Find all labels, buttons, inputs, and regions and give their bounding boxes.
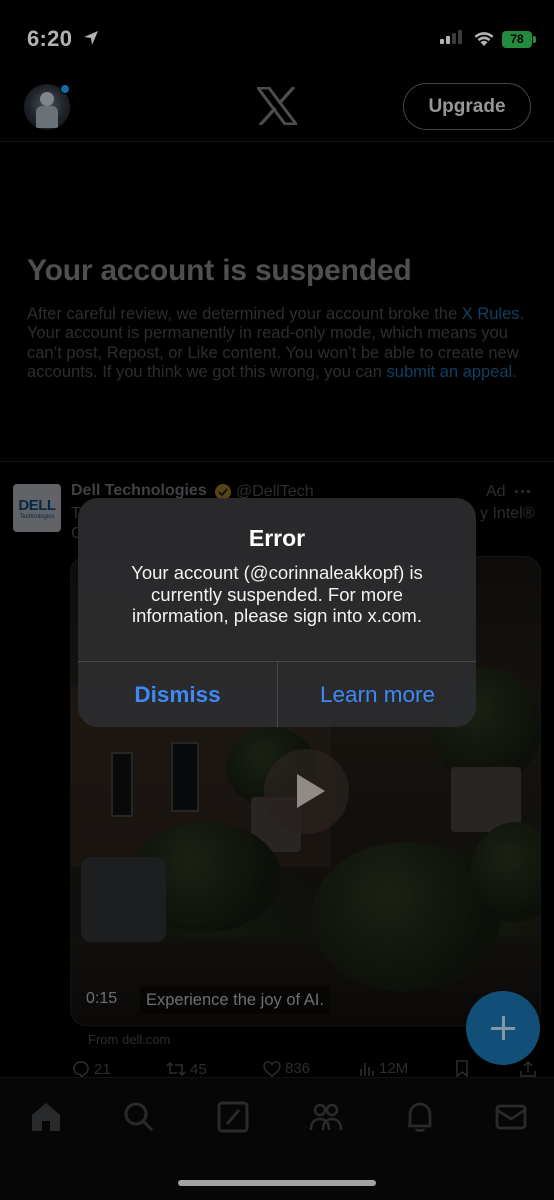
ad-source-link[interactable]: From dell.com [88,1032,170,1047]
bookmark-icon[interactable] [455,1060,469,1078]
more-options-icon[interactable] [515,490,530,493]
section-divider [0,461,554,462]
play-button[interactable] [264,749,349,834]
battery-level: 78 [510,32,524,46]
suspension-title: Your account is suspended [27,254,412,287]
repost-count: 45 [190,1060,207,1078]
video-scene-window [111,752,133,817]
dismiss-button[interactable]: Dismiss [78,662,277,727]
learn-more-button[interactable]: Learn more [278,662,476,727]
views-action[interactable]: 12M [359,1060,408,1077]
communities-icon[interactable] [309,1100,343,1134]
dell-logo-sub: Technologies [19,513,55,520]
error-alert: Error Your account (@corinnaleakkopf) is… [78,498,476,727]
cellular-signal-icon [440,30,462,44]
like-count: 836 [285,1060,311,1077]
suspension-body: After careful review, we determined your… [27,305,527,383]
home-indicator[interactable] [178,1180,376,1186]
alert-title: Error [248,525,306,551]
search-icon[interactable] [122,1100,156,1134]
x-rules-link[interactable]: X Rules [462,305,520,323]
repost-action[interactable]: 45 [166,1060,207,1078]
home-icon[interactable] [29,1100,63,1134]
notification-dot [60,84,70,94]
location-arrow-icon [84,31,98,45]
submit-appeal-link[interactable]: submit an appeal [387,363,513,381]
header-divider [0,141,554,142]
status-bar: 6:20 78 [0,0,554,80]
grok-icon[interactable] [216,1100,250,1134]
share-icon[interactable] [520,1060,536,1078]
repost-icon [166,1061,186,1077]
reply-count: 21 [94,1060,111,1078]
suspension-text-3: . [512,363,517,382]
ad-label: Ad [486,483,506,500]
video-caption: Experience the joy of AI. [140,986,330,1014]
notifications-icon[interactable] [403,1100,437,1134]
alert-message: Your account (@corinnaleakkopf) is curre… [131,562,423,626]
views-icon [360,1062,374,1076]
suspension-text-1: After careful review, we determined your… [27,305,462,323]
messages-icon[interactable] [494,1100,528,1134]
dell-logo-word: DELL [18,496,56,514]
battery-charging-icon: 78 [502,31,536,48]
reply-action[interactable]: 21 [72,1060,111,1078]
video-scene-window [171,742,199,812]
compose-post-button[interactable] [466,991,540,1065]
status-time: 6:20 [27,26,73,51]
upgrade-button[interactable]: Upgrade [403,83,531,130]
video-duration: 0:15 [86,990,118,1007]
tweet-text-end: y Intel® [480,505,535,522]
views-count: 12M [379,1060,409,1077]
x-logo-icon[interactable] [257,87,297,125]
heart-icon [263,1060,281,1077]
wifi-icon [474,32,494,46]
reply-icon [73,1061,89,1078]
advertiser-avatar[interactable]: DELL Technologies [13,484,61,532]
video-scene-robot [81,857,166,942]
like-action[interactable]: 836 [263,1060,310,1077]
